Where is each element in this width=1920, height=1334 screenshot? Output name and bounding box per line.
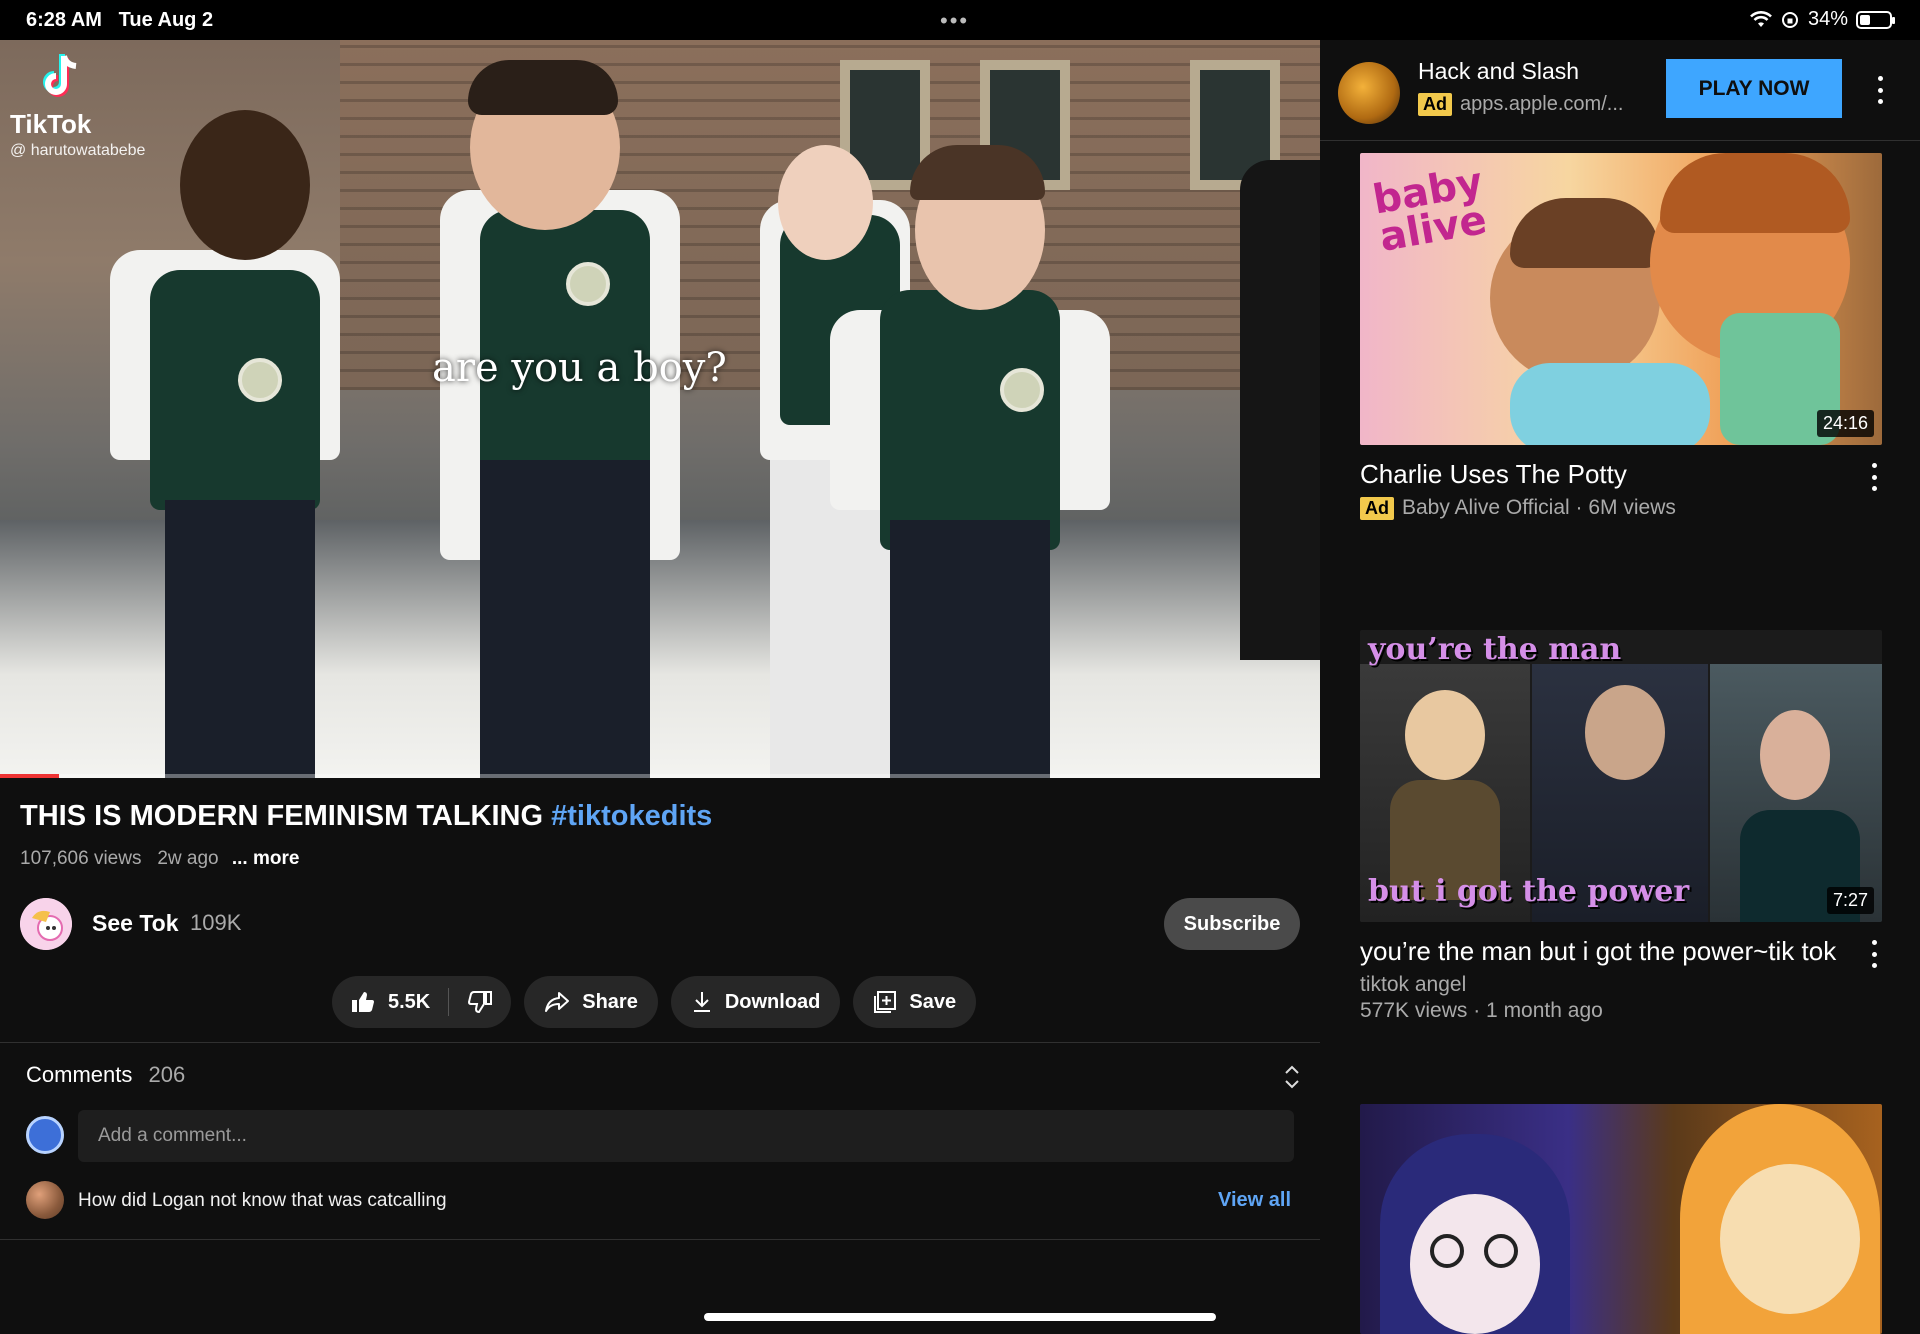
video-title: THIS IS MODERN FEMINISM TALKING #tiktoke… xyxy=(20,800,713,832)
video-channel[interactable]: tiktok angel xyxy=(1360,973,1882,997)
section-divider xyxy=(0,1239,1320,1240)
subscriber-count: 109K xyxy=(190,910,242,935)
orientation-lock-icon xyxy=(1781,11,1798,28)
ad-divider xyxy=(1320,140,1920,141)
upload-age: 2w ago xyxy=(157,848,219,869)
battery-percent: 34% xyxy=(1807,8,1848,30)
recommendations-panel: Hack and Slash Ad apps.apple.com/... PLAY… xyxy=(1320,40,1920,1334)
ad-app-icon[interactable] xyxy=(1338,62,1400,124)
thumbnail-bottom-text: but i got the power xyxy=(1368,874,1690,909)
like-button[interactable] xyxy=(350,989,376,1015)
section-divider xyxy=(0,1042,1320,1043)
video-more-menu-icon[interactable] xyxy=(1870,463,1878,491)
ad-more-menu-icon[interactable] xyxy=(1876,76,1884,104)
home-indicator[interactable] xyxy=(704,1313,1216,1321)
channel-name[interactable]: See Tok xyxy=(92,910,179,937)
channel-avatar-art xyxy=(20,898,72,950)
view-count: 107,606 views xyxy=(20,848,142,869)
action-bar: 5.5K Share Download Save xyxy=(332,976,977,1028)
channel-avatar[interactable] xyxy=(20,898,72,950)
video-thumbnail[interactable]: baby alive 24:16 xyxy=(1360,153,1882,445)
dislike-button[interactable] xyxy=(467,989,493,1015)
more-description-link[interactable]: ... more xyxy=(232,848,300,869)
video-duration: 7:27 xyxy=(1826,887,1874,914)
recommended-video[interactable] xyxy=(1360,1104,1882,1334)
battery-icon xyxy=(1856,10,1895,29)
share-icon xyxy=(545,992,570,1012)
comments-label: Comments xyxy=(26,1062,133,1087)
video-duration: 24:16 xyxy=(1816,410,1874,437)
tiktok-username: @ harutowatabebe xyxy=(10,142,146,159)
download-icon xyxy=(693,992,710,1012)
download-label: Download xyxy=(724,990,821,1013)
add-comment-input[interactable] xyxy=(78,1110,1294,1162)
subscribe-button[interactable]: Subscribe xyxy=(1164,898,1300,950)
wifi-icon xyxy=(1750,10,1772,27)
hashtag-link[interactable]: #tiktokedits xyxy=(551,800,712,832)
video-progress-bar[interactable] xyxy=(0,774,1320,778)
video-progress-fill xyxy=(0,774,60,778)
save-to-playlist-icon xyxy=(874,991,897,1013)
save-button[interactable]: Save xyxy=(853,976,977,1028)
share-label: Share xyxy=(582,990,638,1013)
recommended-video[interactable]: baby alive 24:16 Charlie Uses The Potty … xyxy=(1360,153,1882,520)
video-stats[interactable]: 107,606 views 2w ago ... more xyxy=(20,848,299,870)
ad-url: apps.apple.com/... xyxy=(1460,93,1624,115)
play-now-button[interactable]: PLAY NOW xyxy=(1666,59,1842,118)
tiktok-brand: TikTok xyxy=(10,109,92,139)
view-all-comments-link[interactable]: View all xyxy=(1218,1189,1291,1212)
comments-header[interactable]: Comments 206 xyxy=(26,1062,185,1088)
share-button[interactable]: Share xyxy=(524,976,658,1028)
like-separator xyxy=(448,988,450,1016)
video-thumbnail[interactable]: you’re the man but i got the power 7:27 xyxy=(1360,630,1882,922)
thumbs-up-icon xyxy=(352,992,374,1012)
user-avatar xyxy=(26,1116,64,1154)
video-more-menu-icon[interactable] xyxy=(1870,940,1878,968)
top-comment-avatar xyxy=(26,1181,64,1219)
ad-title[interactable]: Hack and Slash xyxy=(1418,58,1579,85)
status-icons: 34% xyxy=(1750,8,1895,31)
video-player[interactable]: are you a boy? TikTok @ harutowatabebe xyxy=(0,40,1320,778)
video-thumbnail[interactable] xyxy=(1360,1104,1882,1334)
tiktok-logo-icon xyxy=(43,54,77,97)
ad-badge: Ad xyxy=(1418,93,1452,116)
comments-count: 206 xyxy=(148,1062,186,1087)
video-title[interactable]: you’re the man but i got the power~tik t… xyxy=(1360,936,1882,967)
like-dislike-pill: 5.5K xyxy=(332,976,512,1028)
status-clock: 6:28 AM Tue Aug 2 xyxy=(26,9,214,31)
thumbnail-logo-text: baby alive xyxy=(1369,159,1491,261)
ad-badge: Ad xyxy=(1360,497,1394,520)
like-count[interactable]: 5.5K xyxy=(388,991,430,1014)
download-button[interactable]: Download xyxy=(670,976,841,1028)
battery-level xyxy=(1860,14,1870,25)
ad-url-line: Ad apps.apple.com/... xyxy=(1418,93,1623,116)
recommended-video[interactable]: you’re the man but i got the power 7:27 … xyxy=(1360,630,1882,1023)
expand-comments-icon[interactable] xyxy=(1280,1062,1304,1092)
top-comment-text[interactable]: How did Logan not know that was catcalli… xyxy=(78,1190,447,1212)
multitasking-dots[interactable]: ••• xyxy=(940,8,969,34)
status-bar: 6:28 AM Tue Aug 2 ••• 34% xyxy=(0,0,1920,40)
save-label: Save xyxy=(909,990,957,1013)
video-caption: are you a boy? xyxy=(432,345,727,391)
thumbnail-top-text: you’re the man xyxy=(1368,632,1622,667)
video-meta: Ad Baby Alive Official · 6M views xyxy=(1360,496,1882,520)
tiktok-watermark: TikTok @ harutowatabebe xyxy=(10,52,190,160)
channel-row: See Tok 109K Subscribe xyxy=(20,898,1300,952)
thumbs-down-icon xyxy=(468,991,493,1014)
video-meta: 577K views · 1 month ago xyxy=(1360,999,1603,1022)
video-title[interactable]: Charlie Uses The Potty xyxy=(1360,459,1882,490)
